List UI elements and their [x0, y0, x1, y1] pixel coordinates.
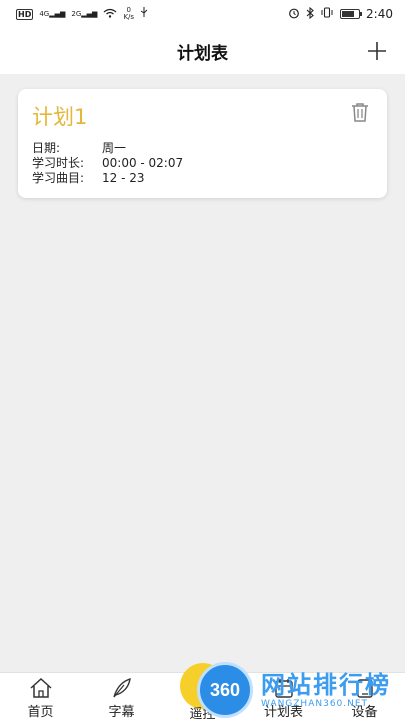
net-speed: 0 K/s [123, 7, 134, 21]
net1-label: 4G [39, 10, 50, 18]
bottom-nav: 首页 字幕 遥控 计划表 设备 [0, 663, 405, 720]
device-icon [352, 677, 378, 699]
battery-icon [340, 9, 363, 19]
nav-item-plan[interactable]: 计划表 [243, 673, 324, 720]
feather-icon [109, 677, 135, 699]
battery-fill [342, 11, 355, 17]
plan-card[interactable]: 计划1 日期: 周一 学习时长: 00:00 - 02:07 学习曲目: 12 … [18, 89, 387, 198]
wifi-icon [103, 8, 117, 21]
trash-icon [352, 103, 368, 122]
nav-item-home[interactable]: 首页 [0, 673, 81, 720]
nav-label-plan: 计划表 [263, 705, 303, 720]
date-value: 周一 [102, 141, 127, 155]
date-label: 日期: [32, 141, 61, 155]
speed-unit: K/s [123, 13, 135, 21]
app-header: 计划表 [0, 28, 405, 74]
status-bar: HD 4G▂▄▆ 2G▂▄▆ 0 K/s 2:40 [0, 0, 405, 28]
home-icon [28, 677, 54, 699]
plan-row-date: 日期: 周一 [32, 141, 373, 156]
plan-row-tracks: 学习曲目: 12 - 23 [32, 171, 373, 186]
status-left: HD 4G▂▄▆ 2G▂▄▆ 0 K/s [16, 7, 148, 21]
signal-icon-2: 2G▂▄▆ [71, 10, 98, 18]
duration-label: 学习时长: [32, 156, 85, 170]
page-title: 计划表 [177, 43, 228, 64]
nav-label-device: 设备 [351, 705, 378, 720]
nav-label-remote: 遥控 [189, 707, 216, 720]
net2-label: 2G [71, 10, 82, 18]
usb-icon [140, 7, 148, 21]
add-plan-button[interactable] [365, 39, 389, 63]
delete-plan-button[interactable] [349, 101, 371, 123]
plan-row-duration: 学习时长: 00:00 - 02:07 [32, 156, 373, 171]
status-right: 2:40 [288, 6, 393, 22]
duration-value: 00:00 - 02:07 [102, 156, 184, 170]
nav-item-subtitles[interactable]: 字幕 [81, 673, 162, 720]
bluetooth-icon [306, 6, 314, 22]
nav-label-home: 首页 [27, 705, 54, 720]
signal-icon: 4G▂▄▆ [39, 10, 66, 18]
nav-item-device[interactable]: 设备 [324, 673, 405, 720]
hd-badge: HD [16, 8, 34, 20]
tracks-label: 学习曲目: [32, 171, 85, 185]
plus-icon [368, 42, 386, 60]
nav-item-remote[interactable]: 遥控 [162, 663, 243, 720]
clock: 2:40 [366, 7, 393, 21]
plan-details: 日期: 周一 学习时长: 00:00 - 02:07 学习曲目: 12 - 23 [32, 141, 373, 186]
alarm-icon [288, 7, 300, 22]
tracks-value: 12 - 23 [102, 171, 145, 185]
vibrate-icon [320, 7, 334, 21]
plan-icon [271, 677, 297, 699]
nav-label-subtitles: 字幕 [108, 705, 135, 720]
plan-name: 计划1 [32, 105, 88, 129]
